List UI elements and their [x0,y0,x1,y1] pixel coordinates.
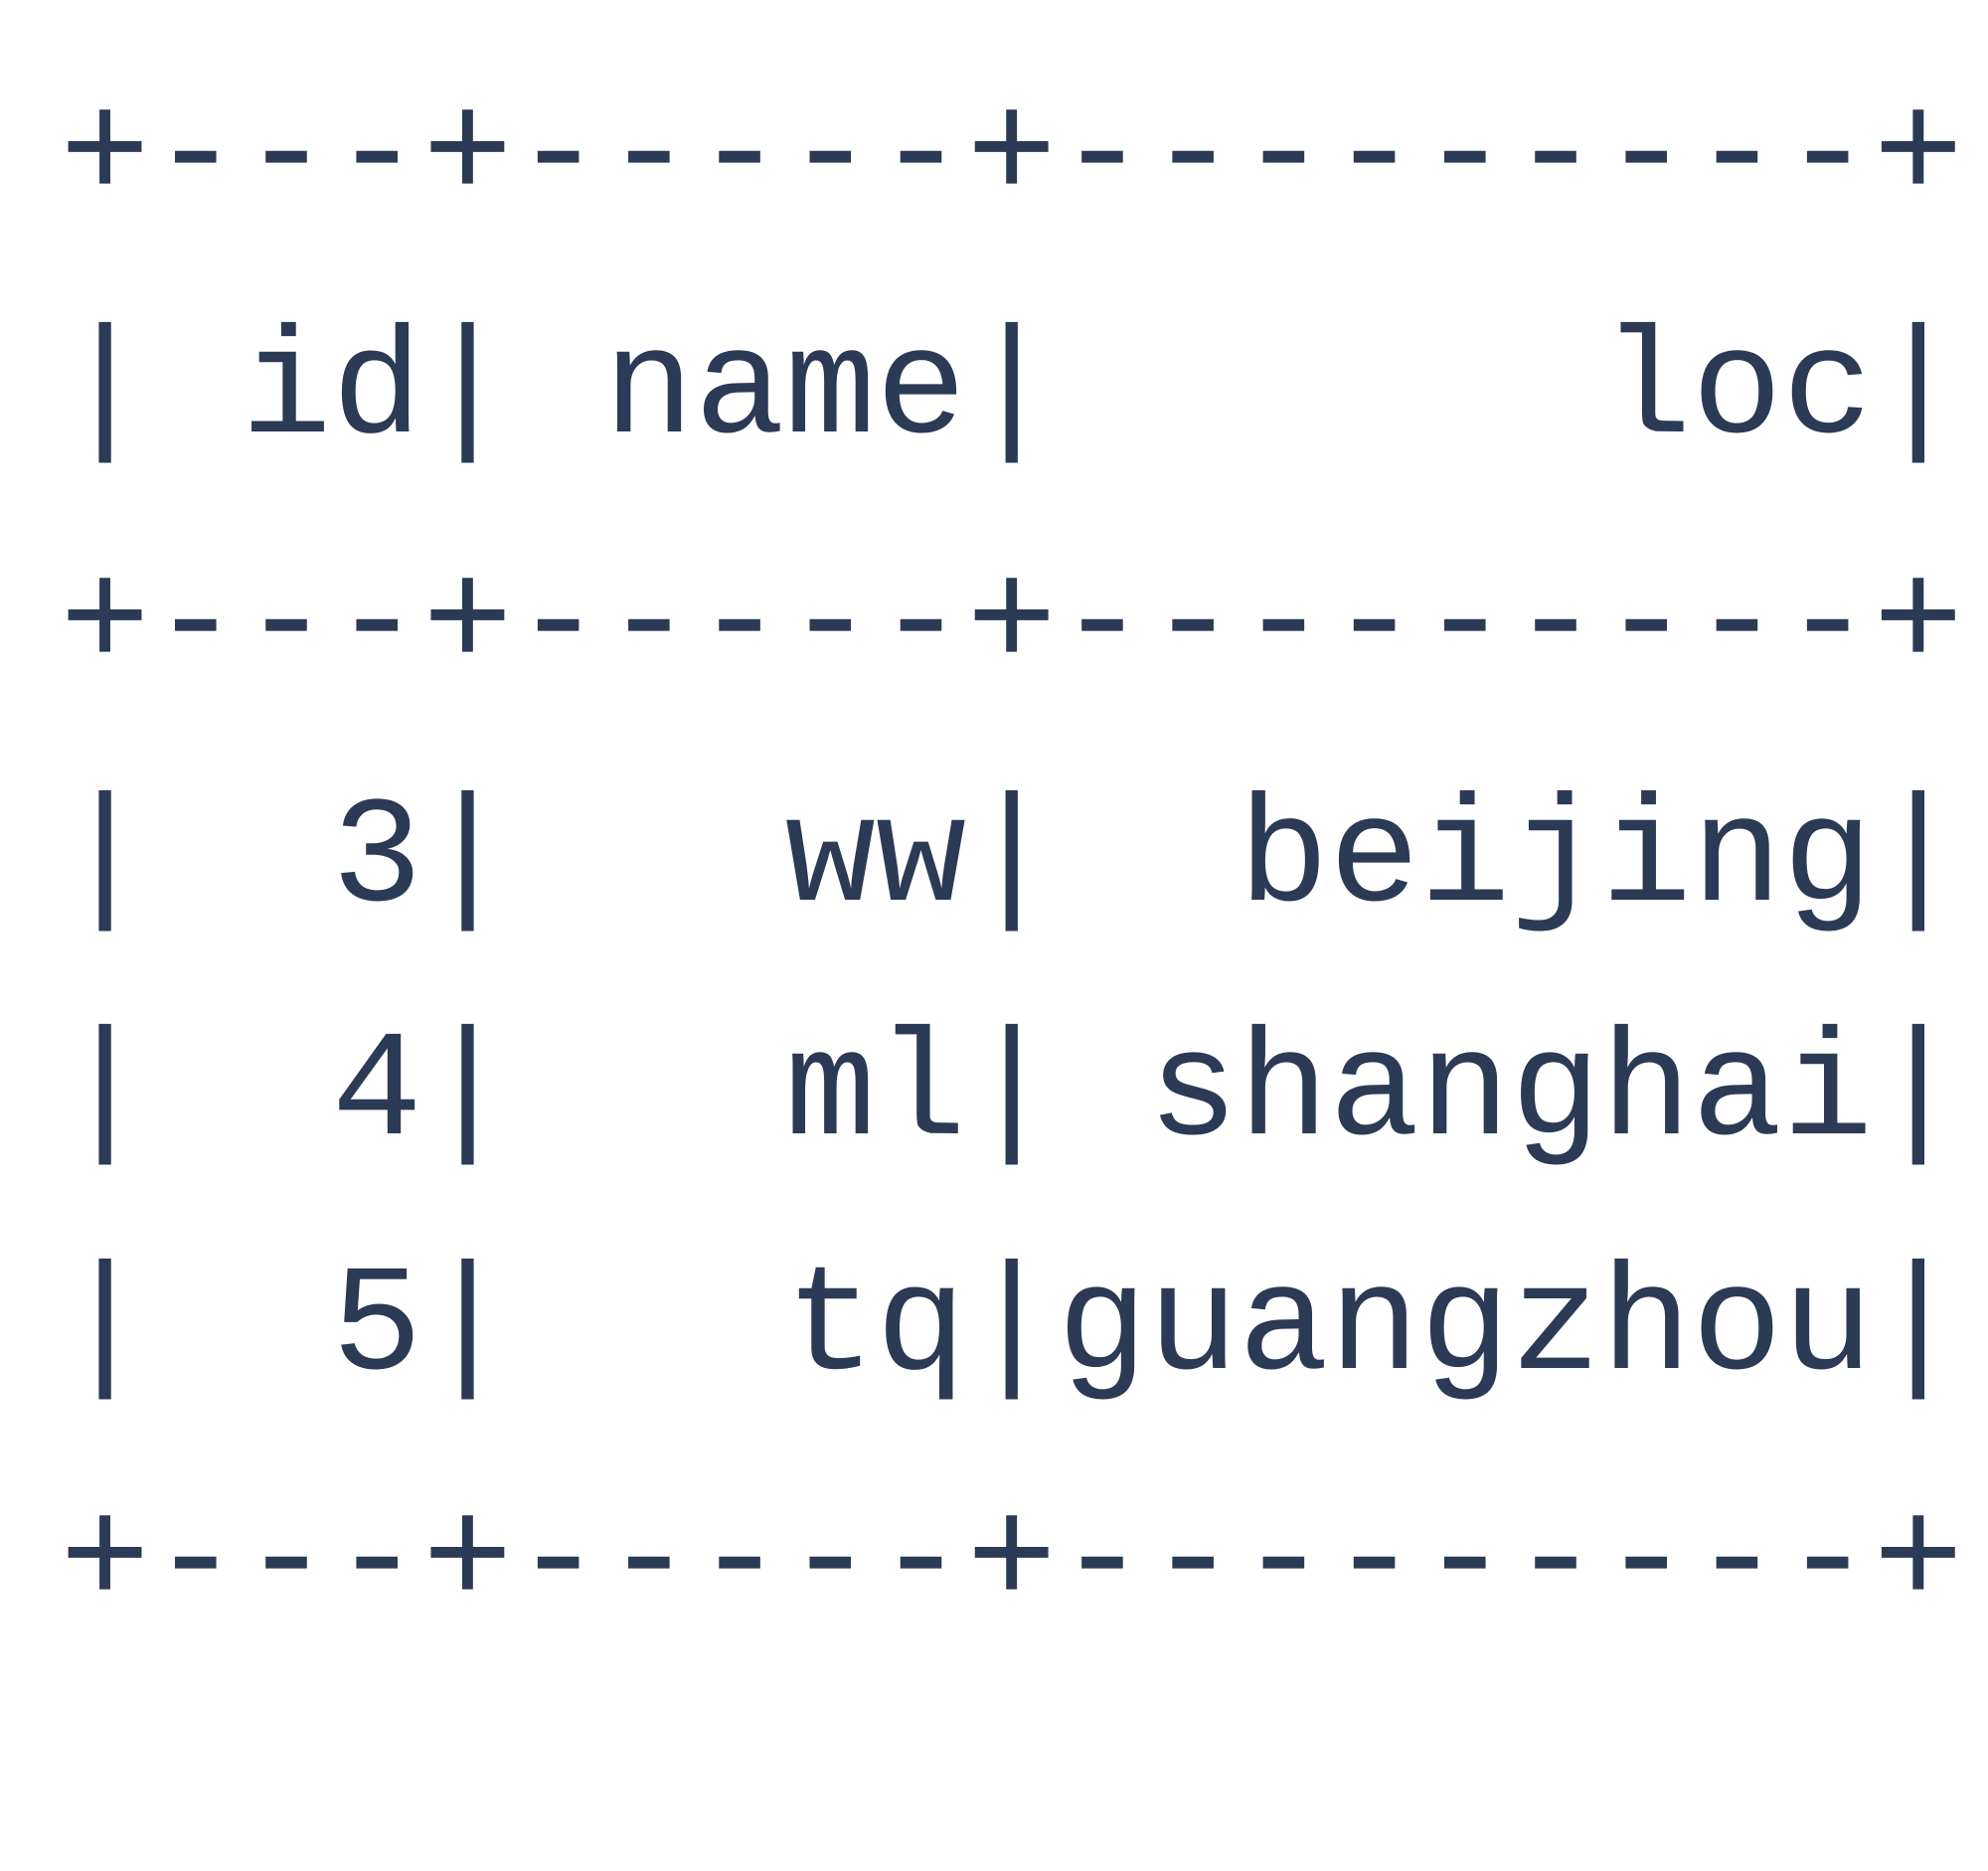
ascii-table: +---+-----+---------+ | id| name| loc| +… [0,0,1988,1719]
table-row: | 3| ww| beijing| [60,773,1964,945]
table-border-top: +---+-----+---------+ [60,71,1964,243]
table-header-row: | id| name| loc| [60,305,1964,477]
table-border-bottom: +---+-----+---------+ [60,1476,1964,1648]
table-border-mid: +---+-----+---------+ [60,539,1964,711]
table-row: | 4| ml| shanghai| [60,1007,1964,1179]
table-row: | 5| tq|guangzhou| [60,1242,1964,1414]
